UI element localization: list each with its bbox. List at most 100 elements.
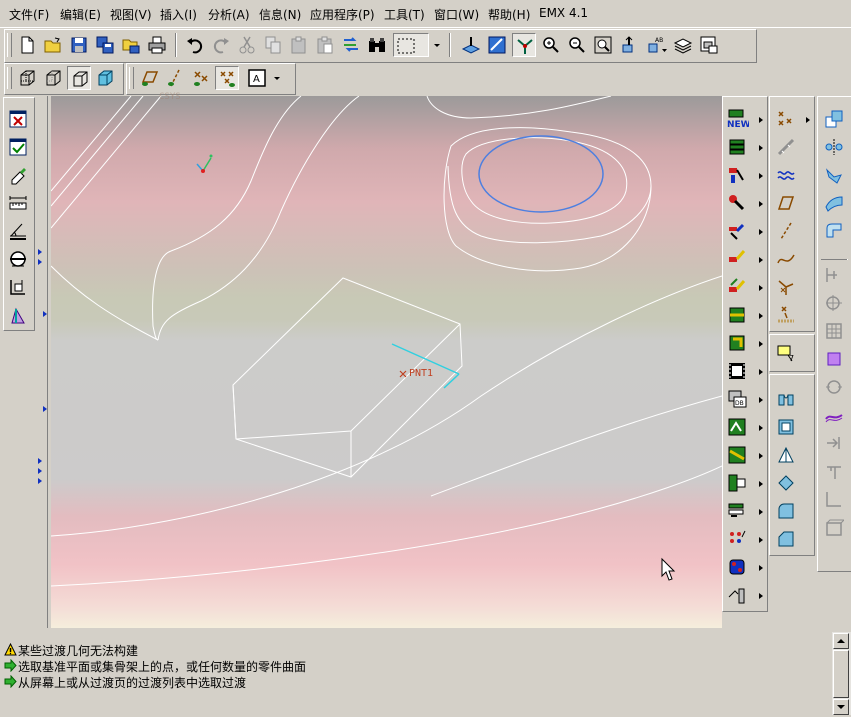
print-button[interactable] — [145, 33, 169, 57]
offset-surface-button[interactable] — [774, 415, 798, 439]
datum-axes-toggle[interactable] — [163, 66, 187, 90]
message-scrollbar[interactable] — [832, 632, 851, 715]
toolbar-grip[interactable] — [7, 33, 12, 57]
extend-button[interactable] — [822, 263, 846, 287]
drilling-button[interactable] — [725, 527, 749, 551]
project-button[interactable] — [822, 431, 846, 455]
datum-point-tool-button[interactable] — [774, 107, 798, 131]
flyout-arrow-icon[interactable] — [759, 453, 763, 459]
save-button[interactable] — [67, 33, 91, 57]
interference-button[interactable] — [725, 443, 749, 467]
annotation-display-toggle[interactable]: A — [245, 66, 269, 90]
angle-button[interactable] — [6, 219, 30, 243]
datum-curve-tool-button[interactable] — [774, 247, 798, 271]
coordinate-systems-toggle[interactable] — [215, 66, 239, 90]
find-button[interactable] — [365, 33, 389, 57]
backup-button[interactable] — [119, 33, 143, 57]
mirror-feature-button[interactable] — [822, 135, 846, 159]
annotation-dropdown-button[interactable] — [271, 66, 283, 90]
ejector-pin-button[interactable] — [725, 247, 749, 271]
menu-view[interactable]: 视图(V) — [110, 6, 152, 23]
move-feature-button[interactable] — [822, 163, 846, 187]
draft-surface-button[interactable] — [774, 443, 798, 467]
coordinate-system-marker[interactable] — [196, 154, 213, 174]
sketched-curve-button[interactable] — [774, 163, 798, 187]
menu-info[interactable]: 信息(N) — [259, 6, 301, 23]
note-button[interactable]: 7 — [774, 341, 798, 365]
section-button[interactable] — [6, 247, 30, 271]
datum-analysis-button[interactable] — [774, 303, 798, 327]
menu-analysis[interactable]: 分析(A) — [208, 6, 250, 23]
hole-feature-button[interactable] — [725, 163, 749, 187]
scroll-down-button[interactable] — [833, 699, 849, 715]
shell-surface-button[interactable] — [774, 471, 798, 495]
new-file-button[interactable] — [15, 33, 39, 57]
check-clearance-button[interactable] — [725, 415, 749, 439]
panel-splitter[interactable] — [35, 96, 48, 628]
flyout-arrow-icon[interactable] — [759, 509, 763, 515]
menu-file[interactable]: 文件(F) — [9, 6, 49, 23]
datum-axis-tool-button[interactable] — [774, 219, 798, 243]
cooling-button[interactable] — [725, 219, 749, 243]
menu-applications[interactable]: 应用程序(P) — [310, 6, 375, 23]
chain-link-button[interactable] — [774, 135, 798, 159]
extrude-surface-button[interactable] — [774, 387, 798, 411]
screw-button[interactable] — [725, 303, 749, 327]
no-hidden-button[interactable] — [67, 66, 91, 90]
scroll-thumb[interactable] — [833, 650, 849, 698]
datum-point-marker[interactable] — [399, 370, 407, 378]
intersect-button[interactable] — [822, 291, 846, 315]
tool-config-button[interactable] — [725, 191, 749, 215]
save-copy-button[interactable] — [93, 33, 117, 57]
flyout-arrow-icon[interactable] — [759, 537, 763, 543]
menu-edit[interactable]: 编辑(E) — [60, 6, 101, 23]
datum-plane-tool-button[interactable] — [774, 191, 798, 215]
menu-insert[interactable]: 插入(I) — [160, 6, 197, 23]
flyout-arrow-icon[interactable] — [759, 397, 763, 403]
spin-center-button[interactable] — [485, 33, 509, 57]
dimension-button[interactable] — [6, 275, 30, 299]
eraser-button[interactable] — [6, 163, 30, 187]
flyout-arrow-icon[interactable] — [759, 313, 763, 319]
cut-button[interactable] — [235, 33, 259, 57]
datum-planes-toggle[interactable] — [137, 66, 161, 90]
chamfer-surface-button[interactable] — [774, 527, 798, 551]
layers-button[interactable] — [671, 33, 695, 57]
selection-filter-button[interactable] — [393, 33, 429, 57]
model-analysis-button[interactable] — [6, 303, 30, 327]
new-feature-button[interactable]: NEW — [725, 107, 749, 131]
trim-surface-button[interactable] — [822, 219, 846, 243]
zoom-in-button[interactable] — [539, 33, 563, 57]
flyout-arrow-icon[interactable] — [759, 425, 763, 431]
solidify-button[interactable] — [822, 347, 846, 371]
shell-button[interactable] — [822, 515, 846, 539]
flyout-arrow-icon[interactable] — [759, 369, 763, 375]
refit-button[interactable] — [591, 33, 615, 57]
selection-dropdown-button[interactable] — [431, 33, 443, 57]
assembly-button[interactable] — [725, 471, 749, 495]
flyout-arrow-icon[interactable] — [759, 593, 763, 599]
flyout-arrow-icon[interactable] — [759, 341, 763, 347]
style-button[interactable] — [822, 403, 846, 427]
close-window-button[interactable] — [6, 107, 30, 131]
measure-button[interactable] — [6, 191, 30, 215]
rib-button[interactable] — [822, 487, 846, 511]
bom-button[interactable] — [725, 499, 749, 523]
datum-point-label[interactable]: PNT1 — [409, 368, 433, 379]
shading-button[interactable] — [93, 66, 117, 90]
offset-button[interactable] — [822, 375, 846, 399]
flyout-arrow-icon[interactable] — [759, 145, 763, 151]
datum-points-toggle[interactable] — [189, 66, 213, 90]
slider-button[interactable] — [725, 275, 749, 299]
orient-mode-button[interactable] — [512, 33, 536, 57]
thicken-button[interactable] — [822, 319, 846, 343]
flyout-arrow-icon[interactable] — [759, 117, 763, 123]
flyout-arrow-icon[interactable] — [759, 201, 763, 207]
pattern-feature-button[interactable] — [822, 107, 846, 131]
graphics-window[interactable]: PNT1 CSYS — [51, 92, 722, 628]
menu-tools[interactable]: 工具(T) — [384, 6, 425, 23]
hidden-line-button[interactable] — [41, 66, 65, 90]
paste-button[interactable] — [287, 33, 311, 57]
zoom-out-button[interactable] — [565, 33, 589, 57]
flyout-arrow-icon[interactable] — [759, 229, 763, 235]
